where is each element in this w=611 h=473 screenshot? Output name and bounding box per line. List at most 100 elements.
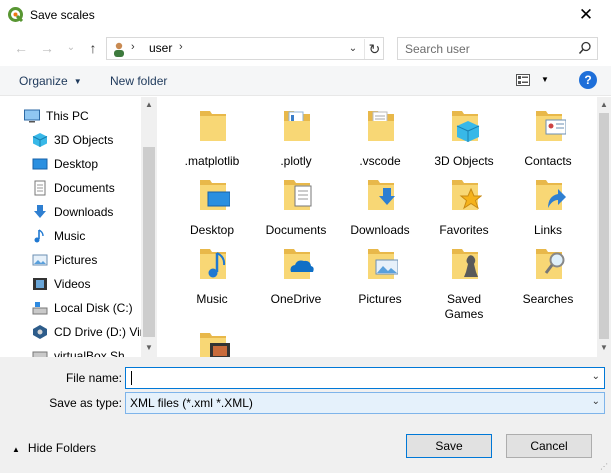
downloads-icon bbox=[34, 205, 46, 218]
nav-item-downloads[interactable]: Downloads bbox=[0, 200, 140, 224]
scroll-down-icon[interactable]: ▼ bbox=[597, 343, 611, 352]
nav-item-documents[interactable]: Documents bbox=[0, 176, 140, 200]
breadcrumb-separator-icon[interactable]: › bbox=[179, 41, 183, 53]
folder-desktop[interactable]: Desktop bbox=[170, 166, 254, 237]
nav-pane-scrollbar[interactable]: ▲ ▼ bbox=[141, 97, 157, 357]
title-bar: Save scales ✕ bbox=[0, 0, 611, 31]
searches-folder-icon bbox=[536, 249, 565, 279]
hide-folders-toggle[interactable]: ▲ Hide Folders bbox=[12, 441, 96, 455]
nav-item-label: virtualBox Sh bbox=[54, 349, 125, 357]
change-view-icon[interactable] bbox=[516, 74, 530, 86]
up-arrow-icon[interactable]: ↑ bbox=[84, 39, 102, 57]
nav-item-desktop[interactable]: Desktop bbox=[0, 152, 140, 176]
folder-label: Music bbox=[196, 292, 228, 306]
folder-documents[interactable]: Documents bbox=[254, 166, 338, 237]
save-as-type-select[interactable]: XML files (*.xml *.XML) ⌄ bbox=[125, 392, 605, 414]
back-arrow-icon[interactable]: ← bbox=[12, 39, 30, 57]
folder-label: OneDrive bbox=[270, 292, 322, 306]
refresh-icon[interactable]: ↻ bbox=[364, 39, 384, 59]
chevron-up-icon: ▲ bbox=[12, 445, 20, 454]
nav-item-pictures[interactable]: Pictures bbox=[0, 248, 140, 272]
nav-item-label: CD Drive (D:) Vir bbox=[54, 325, 144, 339]
3d-objects-icon bbox=[32, 133, 48, 147]
nav-item-local-disk[interactable]: Local Disk (C:) bbox=[0, 296, 140, 320]
scroll-down-icon[interactable]: ▼ bbox=[142, 343, 156, 352]
new-folder-button[interactable]: New folder bbox=[110, 74, 167, 88]
favorites-folder-icon bbox=[452, 180, 482, 210]
breadcrumb-separator-icon[interactable]: › bbox=[131, 41, 135, 53]
address-dropdown-icon[interactable]: ⌄ bbox=[344, 40, 362, 58]
folder-3d-objects[interactable]: 3D Objects bbox=[422, 97, 506, 168]
file-name-label: File name: bbox=[65, 371, 122, 385]
contacts-folder-icon bbox=[536, 111, 566, 141]
folder-favorites[interactable]: Favorites bbox=[422, 166, 506, 237]
folder-downloads[interactable]: Downloads bbox=[338, 166, 422, 237]
folder-contacts[interactable]: Contacts bbox=[506, 97, 590, 168]
search-icon[interactable] bbox=[578, 41, 592, 55]
close-button[interactable]: ✕ bbox=[566, 3, 606, 27]
resize-grip-icon[interactable]: ⋰ bbox=[600, 462, 608, 471]
folder-icon bbox=[200, 111, 226, 141]
desktop-folder-icon bbox=[200, 180, 230, 210]
cancel-button[interactable]: Cancel bbox=[506, 434, 592, 458]
nav-item-label: This PC bbox=[46, 109, 89, 123]
local-disk-icon bbox=[32, 302, 48, 315]
search-input[interactable]: Search user bbox=[397, 37, 598, 60]
folder-label: Searches bbox=[522, 292, 574, 306]
nav-item-videos[interactable]: Videos bbox=[0, 272, 140, 296]
chevron-down-icon[interactable]: ⌄ bbox=[592, 371, 600, 382]
folder-documents-icon bbox=[284, 111, 310, 141]
network-drive-icon bbox=[32, 351, 48, 357]
nav-item-this-pc[interactable]: This PC bbox=[0, 104, 140, 128]
folder-pictures[interactable]: Pictures bbox=[338, 235, 422, 306]
folder-videos[interactable] bbox=[170, 319, 254, 357]
chevron-down-icon: ▼ bbox=[73, 77, 82, 87]
content-scroll-thumb[interactable] bbox=[599, 113, 609, 339]
nav-item-label: 3D Objects bbox=[54, 133, 114, 147]
organize-menu[interactable]: Organize ▼ bbox=[19, 74, 82, 88]
folder-documents-icon bbox=[368, 111, 394, 141]
links-folder-icon bbox=[536, 180, 566, 210]
scroll-up-icon[interactable]: ▲ bbox=[597, 100, 611, 109]
music-folder-icon bbox=[200, 249, 226, 279]
hide-folders-label: Hide Folders bbox=[27, 441, 96, 455]
videos-icon bbox=[33, 278, 47, 290]
onedrive-folder-icon bbox=[284, 249, 314, 279]
nav-item-label: Videos bbox=[54, 277, 91, 291]
folder-matplotlib[interactable]: .matplotlib bbox=[170, 97, 254, 168]
breadcrumb-user[interactable]: user bbox=[149, 41, 172, 55]
file-name-input[interactable]: ⌄ bbox=[125, 367, 605, 389]
nav-item-cd-drive[interactable]: CD Drive (D:) Vir bbox=[0, 320, 144, 344]
recent-locations-chevron-icon[interactable]: ⌄ bbox=[62, 39, 80, 57]
view-options-chevron-icon[interactable]: ▼ bbox=[541, 75, 549, 84]
file-list: .matplotlib .plotly .vscode 3D Objects C… bbox=[160, 97, 597, 357]
forward-arrow-icon[interactable]: → bbox=[38, 39, 56, 57]
folder-onedrive[interactable]: OneDrive bbox=[254, 235, 338, 306]
nav-item-3d-objects[interactable]: 3D Objects bbox=[0, 128, 140, 152]
nav-pane-scroll-thumb[interactable] bbox=[143, 147, 155, 337]
save-as-type-label: Save as type: bbox=[49, 396, 122, 410]
pictures-icon bbox=[32, 254, 48, 266]
nav-item-label: Desktop bbox=[54, 157, 99, 171]
folder-links[interactable]: Links bbox=[506, 166, 590, 237]
folder-music[interactable]: Music bbox=[170, 235, 254, 306]
address-bar[interactable]: › user › ⌄ ↻ bbox=[106, 37, 384, 60]
scroll-up-icon[interactable]: ▲ bbox=[142, 100, 156, 109]
folder-saved-games[interactable]: Saved Games bbox=[422, 235, 506, 321]
save-button[interactable]: Save bbox=[406, 434, 492, 458]
folder-vscode[interactable]: .vscode bbox=[338, 97, 422, 168]
content-scrollbar[interactable]: ▲ ▼ bbox=[597, 97, 611, 357]
folder-searches[interactable]: Searches bbox=[506, 235, 590, 306]
nav-item-label: Local Disk (C:) bbox=[54, 301, 133, 315]
nav-item-music[interactable]: Music bbox=[0, 224, 140, 248]
music-icon bbox=[34, 229, 44, 243]
nav-item-network-drive[interactable]: virtualBox Sh bbox=[0, 344, 140, 357]
command-toolbar: Organize ▼ New folder ▼ ? bbox=[0, 66, 611, 96]
nav-item-label: Pictures bbox=[54, 253, 98, 267]
help-icon[interactable]: ? bbox=[579, 71, 597, 89]
folder-label: Pictures bbox=[358, 292, 402, 306]
search-placeholder: Search user bbox=[405, 42, 470, 56]
documents-folder-icon bbox=[284, 180, 312, 210]
chevron-down-icon[interactable]: ⌄ bbox=[592, 396, 600, 407]
folder-plotly[interactable]: .plotly bbox=[254, 97, 338, 168]
